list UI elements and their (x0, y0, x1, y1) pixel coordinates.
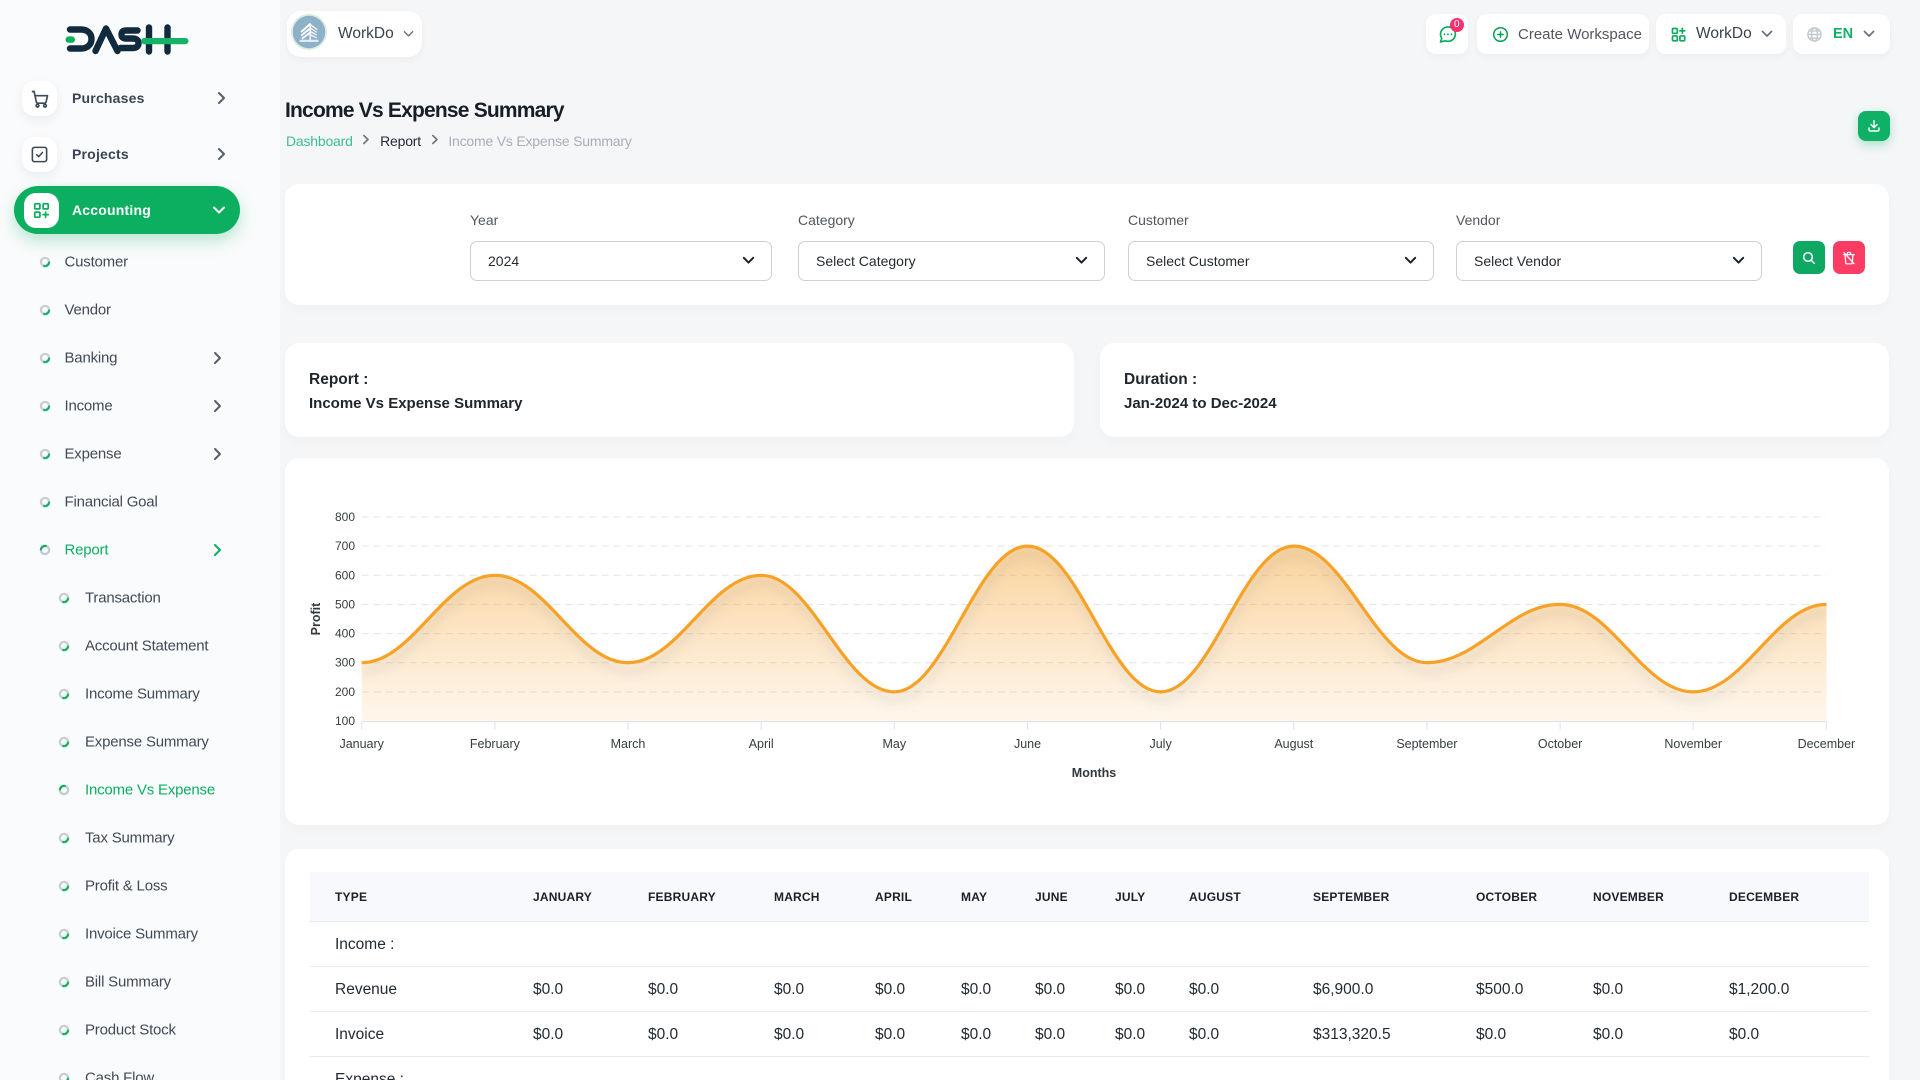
svg-text:300: 300 (335, 656, 355, 670)
svg-text:500: 500 (335, 597, 355, 611)
svg-text:Profit: Profit (309, 602, 323, 635)
svg-text:700: 700 (335, 539, 355, 553)
svg-text:March: March (611, 737, 646, 751)
svg-text:October: October (1538, 737, 1582, 751)
svg-text:May: May (882, 737, 906, 751)
svg-text:November: November (1664, 737, 1722, 751)
svg-text:Months: Months (1072, 766, 1116, 780)
svg-text:200: 200 (335, 685, 355, 699)
svg-text:100: 100 (335, 714, 355, 728)
svg-text:August: August (1274, 737, 1313, 751)
svg-text:800: 800 (335, 510, 355, 524)
svg-text:January: January (339, 737, 384, 751)
svg-text:April: April (749, 737, 774, 751)
svg-text:600: 600 (335, 568, 355, 582)
svg-text:June: June (1014, 737, 1041, 751)
svg-text:February: February (470, 737, 521, 751)
svg-text:September: September (1396, 737, 1457, 751)
svg-text:December: December (1798, 737, 1856, 751)
svg-text:July: July (1149, 737, 1172, 751)
svg-text:400: 400 (335, 627, 355, 641)
